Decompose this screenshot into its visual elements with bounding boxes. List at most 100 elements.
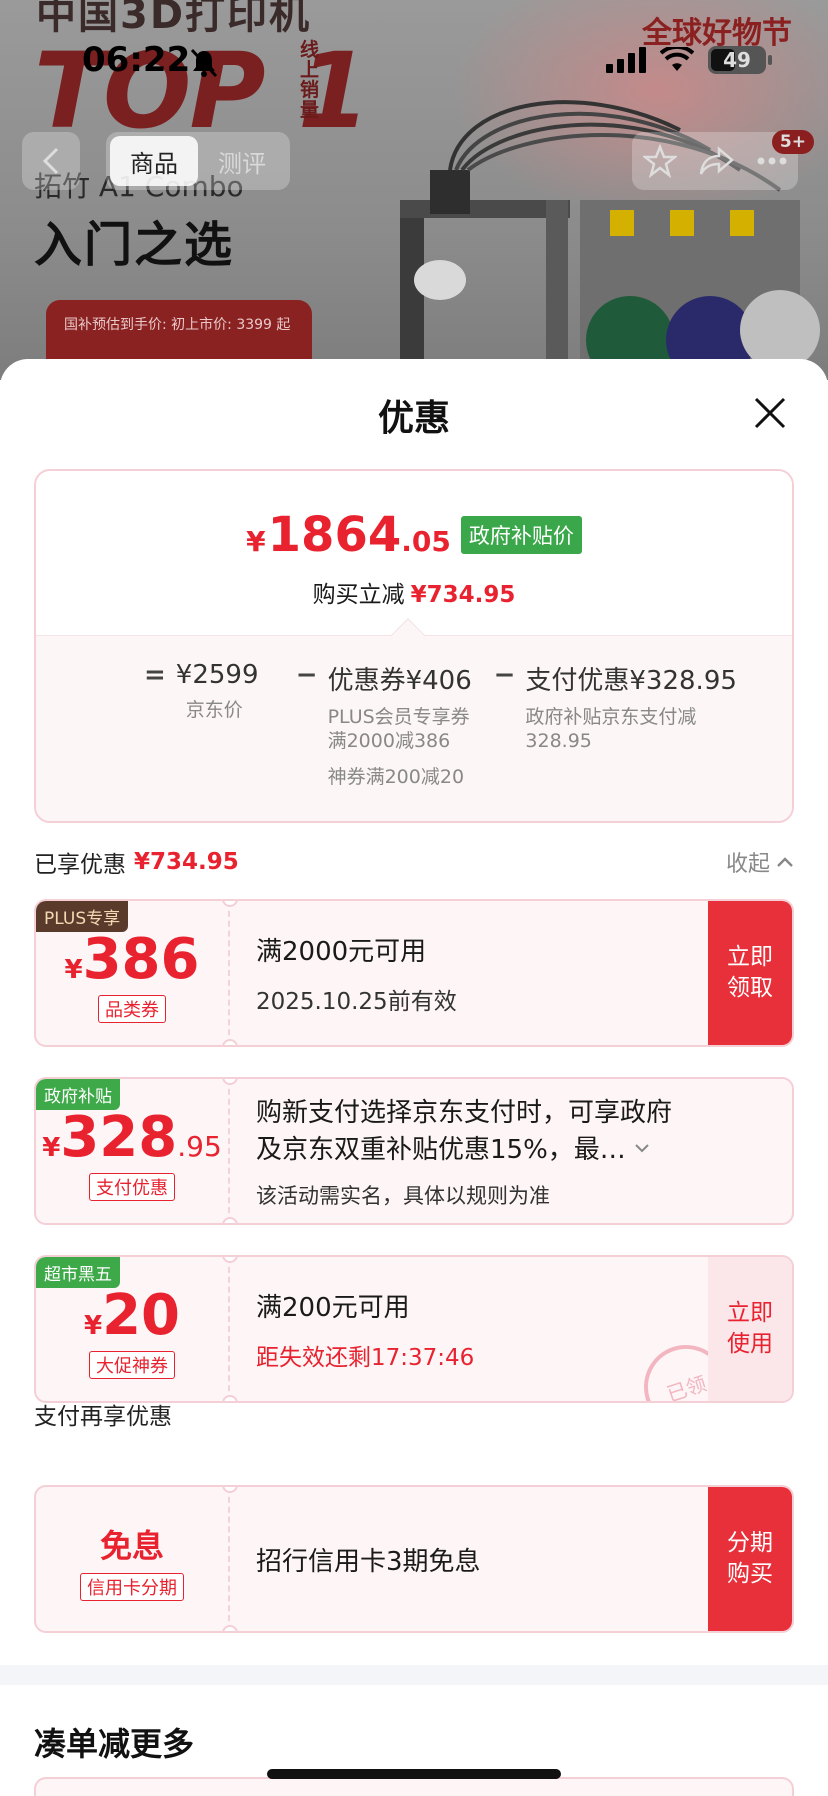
- bg-slogan: 入门之选: [34, 217, 235, 273]
- coupon-expiry: 2025.10.25前有效: [256, 988, 457, 1015]
- notification-badge: 5+: [771, 130, 814, 154]
- enjoyed-row: 已享优惠 ¥734.95 收起: [34, 845, 794, 879]
- share-icon[interactable]: [699, 145, 735, 177]
- section-divider: [0, 1665, 828, 1685]
- claim-coupon-label: 立即领取: [727, 944, 773, 1001]
- use-coupon-button[interactable]: 立即使用: [708, 1257, 792, 1401]
- status-time: 06:22: [82, 40, 191, 80]
- coupon-amount: ¥ 328 .95: [36, 1105, 228, 1170]
- chevron-down-icon: [635, 1143, 649, 1152]
- price-summary-card: ¥ 1864 .05 政府补贴价 购买立减 ¥734.95 = ¥2599 京东价…: [34, 469, 794, 823]
- final-price-yen: ¥: [246, 525, 266, 558]
- minus-sign: −: [295, 660, 318, 690]
- wifi-icon: [660, 47, 694, 71]
- coupon-card-supermarket: 超市黑五 ¥ 20 大促神券 满200元可用 距失效还剩17:37:46 已领 …: [34, 1255, 794, 1403]
- tab-review[interactable]: 测评: [198, 136, 286, 186]
- coupon-note: 该活动需实名，具体以规则为准: [256, 1184, 550, 1208]
- installment-left: 免息 信用卡分期: [36, 1487, 230, 1631]
- coupon-condition: 满2000元可用: [256, 936, 427, 967]
- coupon-left: 超市黑五 ¥ 20 大促神券: [36, 1257, 230, 1401]
- minus-sign-2: −: [493, 660, 516, 690]
- coupon-card-plus: PLUS专享 ¥ 386 品类券 满2000元可用 2025.10.25前有效 …: [34, 899, 794, 1047]
- enjoyed-amount: ¥734.95: [134, 849, 239, 875]
- coupon-countdown: 距失效还剩17:37:46: [256, 1344, 475, 1371]
- coupon-kind: 品类券: [36, 995, 228, 1023]
- final-price: ¥ 1864 .05 政府补贴价: [36, 507, 792, 563]
- coupon-detail-2: 神券满200减20: [327, 766, 465, 788]
- more-discount-card-partial: [34, 1777, 794, 1796]
- product-tabs: 商品 测评: [106, 132, 290, 190]
- installment-buy-label: 分期购买: [727, 1530, 773, 1587]
- bg-price-box-text: 国补预估到手价: 初上市价: 3399 起: [64, 317, 291, 333]
- collapse-button[interactable]: 收起: [726, 846, 794, 878]
- jd-price-label: 京东价: [185, 699, 243, 721]
- collapse-label: 收起: [725, 852, 770, 877]
- coupon-kind-label: 支付优惠: [89, 1173, 175, 1201]
- coupon-amount: ¥ 386: [36, 927, 228, 992]
- coupon-info: 满200元可用 距失效还剩17:37:46: [256, 1257, 474, 1401]
- equals-sign: =: [144, 660, 166, 690]
- coupon-col: 优惠券¥406 PLUS会员专享券满2000减386 神券满200减20: [328, 660, 484, 789]
- coupon-yen: ¥: [83, 1311, 103, 1341]
- coupon-detail-1: PLUS会员专享券满2000减386: [327, 706, 470, 752]
- pay-col: 支付优惠¥328.95 政府补贴京东支付减328.95: [525, 660, 737, 753]
- coupon-amount: ¥ 20: [36, 1283, 228, 1348]
- close-icon[interactable]: [752, 395, 788, 431]
- coupon-left: PLUS专享 ¥ 386 品类券: [36, 901, 230, 1045]
- jd-price: ¥2599: [175, 660, 259, 690]
- final-price-dec: .05: [401, 525, 451, 558]
- coupon-value: 386: [82, 927, 200, 992]
- jd-price-col: ¥2599 京东价: [176, 660, 286, 722]
- more-icon[interactable]: [757, 157, 787, 165]
- coupon-left: 政府补贴 ¥ 328 .95 支付优惠: [36, 1079, 230, 1223]
- installment-buy-button[interactable]: 分期购买: [708, 1487, 792, 1631]
- coupon-kind-label: 大促神券: [89, 1351, 175, 1379]
- star-icon[interactable]: [643, 144, 677, 178]
- use-coupon-label: 立即使用: [727, 1300, 773, 1357]
- chevron-left-icon: [42, 147, 59, 175]
- coupon-info: 满2000元可用 2025.10.25前有效: [256, 901, 457, 1045]
- coupon-desc-line2: 及京东双重补贴优惠15%，最…: [256, 1135, 626, 1165]
- installment-title: 免息: [99, 1527, 164, 1565]
- coupon-desc-line1: 购新支付选择京东支付时，可享政府: [256, 1098, 673, 1128]
- coupon-value: 20: [102, 1283, 181, 1348]
- installment-kind: 信用卡分期: [36, 1573, 228, 1601]
- installment-desc: 招行信用卡3期免息: [256, 1546, 481, 1577]
- mute-bell-icon: [190, 48, 218, 78]
- coupon-yen: ¥: [42, 1133, 61, 1163]
- claim-coupon-button[interactable]: 立即领取: [708, 901, 792, 1045]
- pay-section-title: 支付再享优惠: [34, 1404, 172, 1430]
- more-discount-title: 凑单减更多: [34, 1725, 195, 1763]
- sheet-title: 优惠: [377, 398, 450, 439]
- summary-upper: ¥ 1864 .05 政府补贴价 购买立减 ¥734.95: [36, 471, 792, 635]
- coupon-value-dec: .95: [177, 1130, 222, 1163]
- instant-save: 购买立减 ¥734.95: [36, 575, 792, 609]
- final-price-int: 1864: [267, 507, 402, 563]
- pay-discount: 支付优惠¥328.95: [525, 666, 737, 696]
- discount-sheet: 优惠 ¥ 1864 .05 政府补贴价 购买立减 ¥734.95 = ¥2599 …: [0, 359, 828, 1796]
- installment-card: 免息 信用卡分期 招行信用卡3期免息 分期购买: [34, 1485, 794, 1633]
- coupon-value: 328: [60, 1105, 178, 1170]
- coupon-kind: 支付优惠: [36, 1173, 228, 1201]
- pay-discount-detail: 政府补贴京东支付减328.95: [525, 706, 697, 752]
- coupon-yen: ¥: [64, 955, 83, 985]
- instant-save-label: 购买立减: [312, 582, 405, 608]
- bg-top1-side-text: 线上销量: [300, 39, 320, 121]
- back-button[interactable]: [22, 132, 80, 190]
- coupon-kind: 大促神券: [36, 1351, 228, 1379]
- signal-icon: [606, 47, 646, 73]
- tab-product[interactable]: 商品: [110, 136, 198, 186]
- coupon-total: 优惠券¥406: [327, 666, 472, 696]
- formula-row: = ¥2599 京东价 − 优惠券¥406 PLUS会员专享券满2000减386…: [134, 660, 737, 789]
- coupon-condition: 满200元可用: [256, 1292, 410, 1323]
- installment-kind-label: 信用卡分期: [80, 1573, 184, 1601]
- battery-icon: 49: [708, 46, 772, 74]
- coupon-info: 购新支付选择京东支付时，可享政府 及京东双重补贴优惠15%，最… 该活动需实名，…: [256, 1079, 756, 1223]
- status-icons: 49: [606, 46, 772, 74]
- home-indicator[interactable]: [267, 1769, 561, 1779]
- gov-subsidy-tag: 政府补贴价: [460, 516, 582, 554]
- coupon-desc-line2-wrap[interactable]: 及京东双重补贴优惠15%，最…: [256, 1129, 756, 1166]
- installment-info: 招行信用卡3期免息: [256, 1487, 481, 1631]
- battery-level: 49: [723, 48, 751, 72]
- instant-save-amount: ¥734.95: [410, 582, 516, 608]
